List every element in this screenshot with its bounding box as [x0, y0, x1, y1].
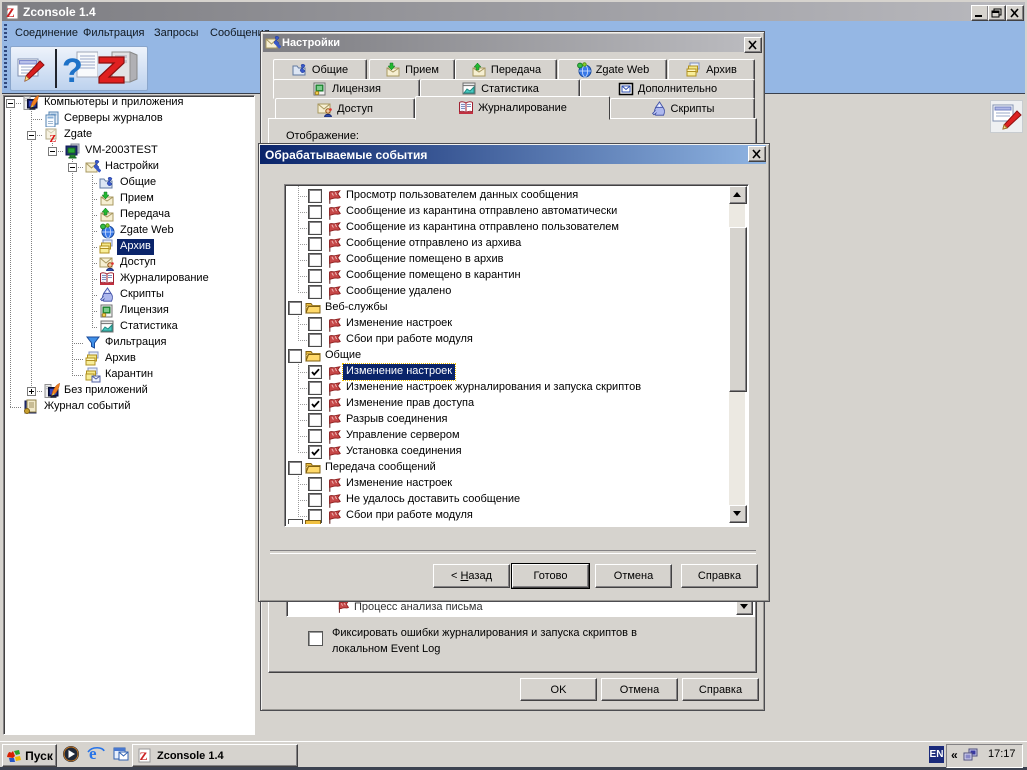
svg-text:Z: Z [6, 5, 15, 20]
svg-text:?: ? [62, 52, 83, 86]
svg-text:Z: Z [140, 749, 148, 763]
svg-text:Z: Z [50, 134, 57, 143]
